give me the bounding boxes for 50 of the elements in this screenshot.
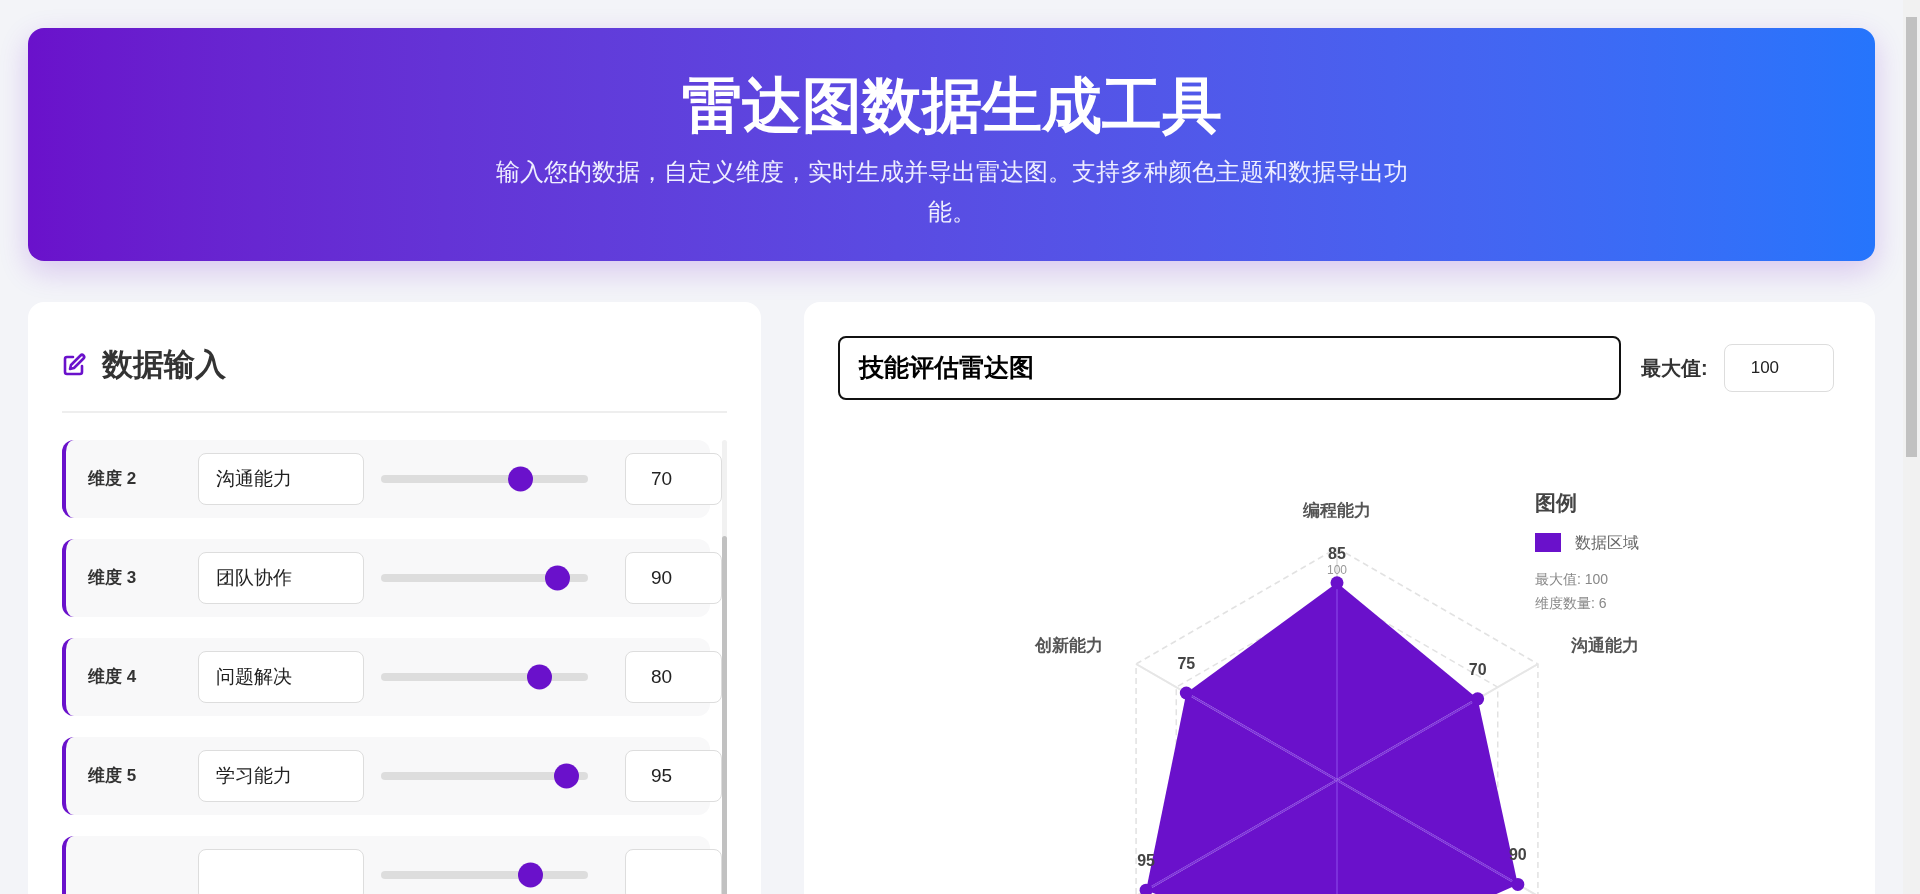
- data-point: [1330, 576, 1344, 590]
- dimension-label: 维度 2: [88, 467, 138, 490]
- value-label: 75: [1177, 655, 1196, 672]
- legend-series-name: 数据区域: [1575, 532, 1639, 553]
- dimension-value-field[interactable]: 95: [625, 749, 722, 802]
- slider-thumb[interactable]: [517, 862, 543, 887]
- max-value-field[interactable]: 100: [1723, 344, 1834, 392]
- data-point: [1179, 686, 1193, 700]
- dimension-value-field[interactable]: 70: [625, 452, 722, 505]
- scrollbar[interactable]: [722, 439, 727, 894]
- ring-label: 100: [1327, 563, 1347, 577]
- slider-thumb[interactable]: [544, 565, 570, 590]
- axis-label: 创新能力: [1035, 636, 1104, 655]
- slider-track[interactable]: [381, 466, 588, 491]
- dimension-label: 维度 3: [88, 566, 138, 589]
- dimension-name-field[interactable]: 团队协作: [198, 551, 364, 604]
- slider-track[interactable]: [381, 763, 588, 788]
- dimension-value-field[interactable]: 80: [625, 650, 722, 703]
- page-scrollbar[interactable]: [1903, 0, 1920, 894]
- slider-track[interactable]: [381, 862, 588, 887]
- dimension-value-field[interactable]: [625, 848, 722, 894]
- dimension-label: 维度 4: [88, 665, 138, 688]
- axis-label: 编程能力: [1303, 501, 1371, 520]
- dimension-name-field[interactable]: [198, 848, 364, 894]
- legend-max-note: 最大值: 100: [1535, 569, 1610, 589]
- dimension-name-field[interactable]: 学习能力: [198, 749, 364, 802]
- legend-title: 图例: [1535, 490, 1578, 516]
- dimension-name-field[interactable]: 沟通能力: [198, 452, 364, 505]
- page-subtitle: 输入您的数据，自定义维度，实时生成并导出雷达图。支持多种颜色主题和数据导出功能。: [494, 157, 1409, 227]
- dimension-name-field[interactable]: 问题解决: [198, 650, 364, 703]
- panel-title: 数据输入: [102, 346, 226, 384]
- dimension-value-field[interactable]: 90: [625, 551, 722, 604]
- page-title: 雷达图数据生成工具: [681, 71, 1222, 141]
- value-label: 85: [1328, 544, 1346, 562]
- max-value-label: 最大值:: [1641, 356, 1708, 381]
- slider-track[interactable]: [381, 664, 588, 689]
- slider-thumb[interactable]: [508, 466, 534, 491]
- value-label: 70: [1468, 660, 1487, 678]
- edit-icon: [62, 353, 86, 378]
- data-point: [1139, 883, 1153, 894]
- data-point: [1471, 692, 1485, 706]
- chart-title-field[interactable]: 技能评估雷达图: [838, 336, 1621, 400]
- slider-thumb[interactable]: [553, 763, 579, 788]
- slider-thumb[interactable]: [526, 664, 552, 689]
- legend-count-note: 维度数量: 6: [1535, 593, 1608, 613]
- slider-track[interactable]: [381, 565, 588, 590]
- legend-swatch: [1535, 533, 1561, 552]
- dimension-label: 维度 5: [88, 764, 138, 787]
- axis-label: 沟通能力: [1570, 636, 1639, 655]
- data-point: [1511, 877, 1525, 891]
